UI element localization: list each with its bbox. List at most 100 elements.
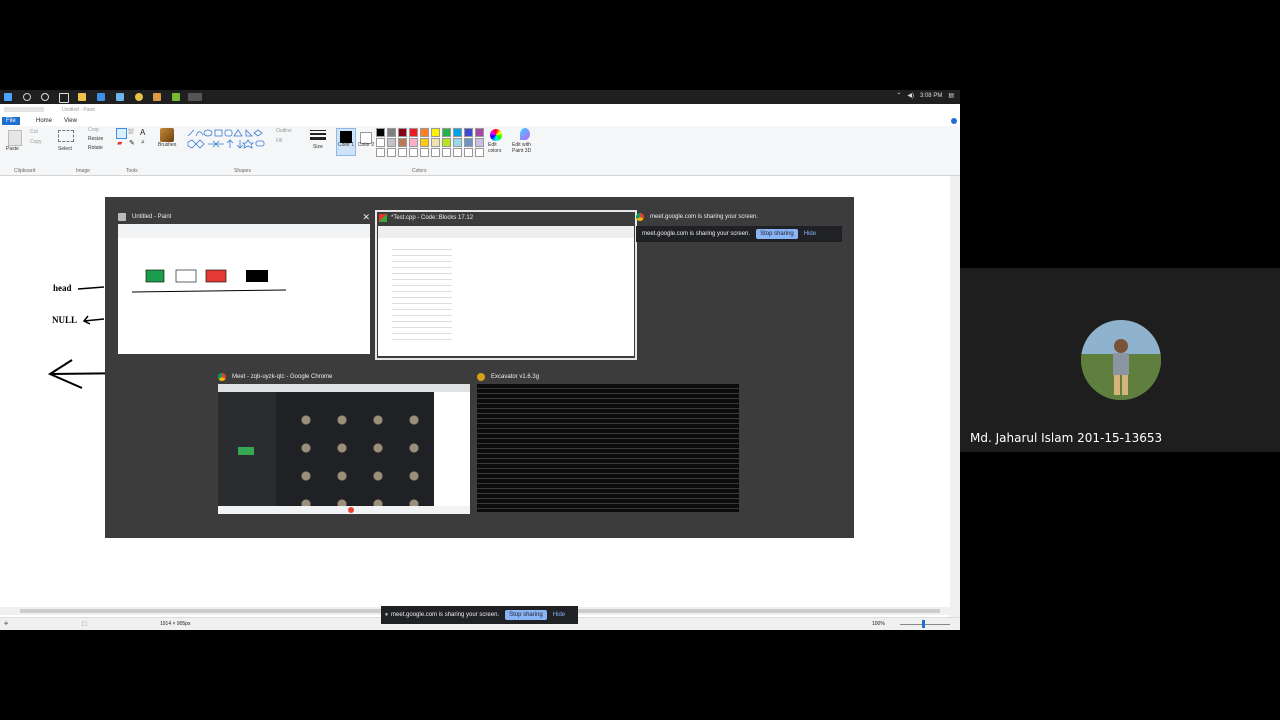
palette-swatch[interactable] xyxy=(475,148,484,157)
palette-swatch[interactable] xyxy=(453,128,462,137)
palette-swatch[interactable] xyxy=(442,138,451,147)
window-title: Excavator v1.6.3g xyxy=(491,374,540,380)
palette-swatch[interactable] xyxy=(398,148,407,157)
paint3d-icon[interactable] xyxy=(520,128,530,140)
size-button[interactable]: Size xyxy=(313,144,323,150)
palette-swatch[interactable] xyxy=(475,138,484,147)
fill-button[interactable]: Fill xyxy=(276,138,282,144)
resize-button[interactable]: Resize xyxy=(88,136,103,142)
tab-file[interactable]: File xyxy=(2,117,20,125)
stop-sharing-button[interactable]: Stop sharing xyxy=(756,229,798,239)
switcher-window-meet[interactable]: Meet - zqb-uyzk-qtc - Google Chrome xyxy=(218,372,470,514)
chevron-up-icon[interactable]: ⌃ xyxy=(896,92,901,99)
palette-swatch[interactable] xyxy=(376,128,385,137)
switcher-window-paint[interactable]: Untitled - Paint ✕ xyxy=(118,212,370,354)
app-icon[interactable] xyxy=(153,93,161,101)
palette-swatch[interactable] xyxy=(431,128,440,137)
crop-button[interactable]: Crop xyxy=(88,127,99,133)
paste-icon[interactable] xyxy=(8,130,22,146)
hide-button[interactable]: Hide xyxy=(553,612,565,618)
palette-swatch[interactable] xyxy=(420,138,429,147)
close-icon[interactable]: ✕ xyxy=(362,212,370,223)
palette-swatch[interactable] xyxy=(420,128,429,137)
excavator-app-icon xyxy=(477,373,485,381)
zoom-slider[interactable] xyxy=(900,624,950,625)
palette-swatch[interactable] xyxy=(398,128,407,137)
palette-swatch[interactable] xyxy=(376,138,385,147)
task-view-icon[interactable] xyxy=(59,93,69,103)
group-label-colors: Colors xyxy=(412,168,427,174)
cut-button[interactable]: Cut xyxy=(30,129,38,135)
palette-swatch[interactable] xyxy=(376,148,385,157)
palette-swatch[interactable] xyxy=(398,138,407,147)
copy-button[interactable]: Copy xyxy=(30,139,42,145)
end-call-icon xyxy=(348,507,354,513)
eraser-icon[interactable]: ▰ xyxy=(117,139,122,147)
switcher-window-excavator[interactable]: Excavator v1.6.3g xyxy=(477,372,739,514)
edit-colors-icon[interactable] xyxy=(490,129,502,141)
palette-swatch[interactable] xyxy=(420,148,429,157)
palette-swatch[interactable] xyxy=(409,138,418,147)
search-icon[interactable] xyxy=(23,93,31,101)
codeblocks-app-icon xyxy=(379,214,387,222)
color1-label: Color 1 xyxy=(338,142,355,148)
chrome-icon[interactable] xyxy=(135,93,143,101)
select-icon[interactable] xyxy=(58,130,74,142)
size-icon[interactable] xyxy=(310,130,326,142)
palette-swatch[interactable] xyxy=(464,148,473,157)
rotate-button[interactable]: Rotate xyxy=(88,145,103,151)
app-icon[interactable] xyxy=(116,93,124,101)
palette-swatch[interactable] xyxy=(453,148,462,157)
palette-swatch[interactable] xyxy=(475,128,484,137)
palette-swatch[interactable] xyxy=(453,138,462,147)
start-icon[interactable] xyxy=(4,93,12,101)
brushes-icon[interactable] xyxy=(160,128,174,142)
avatar-image xyxy=(1081,320,1161,400)
group-label-clipboard: Clipboard xyxy=(14,168,36,174)
palette-swatch[interactable] xyxy=(387,148,396,157)
palette-swatch[interactable] xyxy=(387,128,396,137)
text-icon[interactable]: A xyxy=(140,128,145,137)
codeblocks-icon[interactable] xyxy=(172,93,180,101)
edit-colors-button[interactable]: Edit colors xyxy=(488,142,508,154)
stop-sharing-button[interactable]: Stop sharing xyxy=(505,610,547,620)
brushes-button[interactable]: Brushes xyxy=(158,142,176,148)
palette-swatch[interactable] xyxy=(442,148,451,157)
select-button[interactable]: Select xyxy=(58,146,72,152)
cortana-icon[interactable] xyxy=(41,93,49,101)
vertical-scrollbar[interactable] xyxy=(950,176,960,630)
paint-icon[interactable] xyxy=(188,93,202,101)
quick-access-toolbar[interactable] xyxy=(4,107,44,112)
group-label-tools: Tools xyxy=(126,168,138,174)
switcher-window-share-notice[interactable]: meet.google.com is sharing your screen. … xyxy=(636,212,846,242)
notification-icon[interactable]: ▤ xyxy=(948,92,954,99)
paste-label[interactable]: Paste xyxy=(6,146,19,152)
palette-swatch[interactable] xyxy=(431,138,440,147)
tab-home[interactable]: Home xyxy=(32,117,56,125)
palette-swatch[interactable] xyxy=(464,128,473,137)
file-explorer-icon[interactable] xyxy=(78,93,86,101)
palette-swatch[interactable] xyxy=(431,148,440,157)
hide-button[interactable]: Hide xyxy=(804,231,816,237)
palette-swatch[interactable] xyxy=(442,128,451,137)
app-icon[interactable] xyxy=(97,93,105,101)
palette-swatch[interactable] xyxy=(409,128,418,137)
avatar xyxy=(1081,320,1161,400)
shapes-gallery[interactable] xyxy=(186,128,270,152)
edit-with-paint3d-button[interactable]: Edit with Paint 3D xyxy=(512,142,540,154)
share-bar: ⏸ meet.google.com is sharing your screen… xyxy=(381,606,578,624)
palette-swatch[interactable] xyxy=(409,148,418,157)
fill-icon[interactable]: ⛆ xyxy=(128,129,134,137)
zoom-slider-thumb[interactable] xyxy=(922,620,925,628)
palette-swatch[interactable] xyxy=(464,138,473,147)
switcher-window-codeblocks[interactable]: *Test.cpp - Code::Blocks 17.12 xyxy=(375,210,637,360)
pencil-icon[interactable] xyxy=(116,128,127,139)
volume-icon[interactable]: ◀) xyxy=(907,92,914,99)
outline-button[interactable]: Outline xyxy=(276,128,292,134)
palette-swatch[interactable] xyxy=(387,138,396,147)
help-icon[interactable] xyxy=(951,118,957,124)
color-picker-icon[interactable]: ✎ xyxy=(129,139,135,147)
clock[interactable]: 3:08 PM xyxy=(920,93,942,99)
magnifier-icon[interactable]: ⌕ xyxy=(141,139,145,147)
tab-view[interactable]: View xyxy=(60,117,81,125)
